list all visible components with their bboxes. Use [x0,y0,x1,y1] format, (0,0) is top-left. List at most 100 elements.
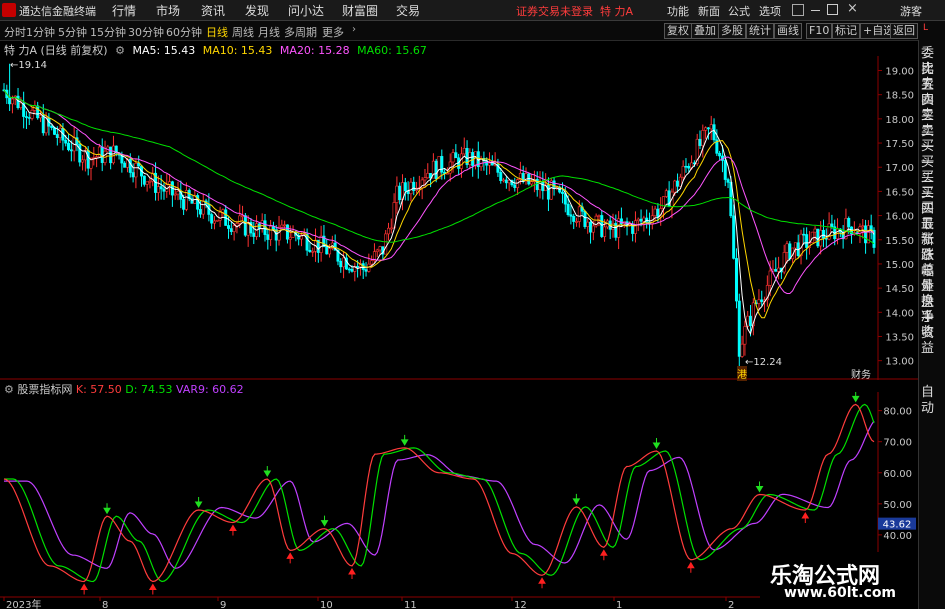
candle-body [395,185,399,203]
candle-body [676,180,680,187]
candle-body [27,117,31,119]
buy-arrow-icon [801,512,810,524]
candle-body [788,243,792,260]
candle-body [681,165,685,178]
close-icon[interactable]: × [847,1,858,16]
period-monthly[interactable]: 月线 [258,24,280,40]
candle-body [398,185,402,201]
candle-body [277,226,281,241]
kd-tick-label: 50.00 [883,500,912,511]
menu-trade[interactable]: 交易 [396,2,420,19]
candle-body [16,95,20,109]
candle-body [701,130,705,146]
sell-arrow-icon [263,465,272,477]
period-intraday[interactable]: 分时 [4,24,26,40]
price-tick-label: 13.50 [885,332,914,343]
candle-body [128,158,132,173]
period-more[interactable]: 更多 [322,24,344,40]
price-tick-label: 16.00 [885,212,914,223]
grid-layout-icon[interactable] [792,4,804,16]
candle-body [560,191,564,194]
sidebar-item[interactable]: 自动 [921,385,945,417]
sidebar-item[interactable]: 收益 [921,325,945,357]
multi-stock-button[interactable]: 多股 [718,23,746,39]
price-tick-label: 16.50 [885,187,914,198]
period-15min[interactable]: 15分钟 [90,24,126,40]
stats-button[interactable]: 统计 [746,23,774,39]
period-weekly[interactable]: 周线 [232,24,254,40]
candle-body [260,220,264,229]
candle-body [782,252,786,273]
candle-body [364,269,368,272]
candle-body [342,257,346,268]
period-30min[interactable]: 30分钟 [128,24,164,40]
back-button[interactable]: 返回 [890,23,918,39]
minimize-icon[interactable] [811,10,820,11]
candle-body [386,227,390,235]
candle-body [743,326,747,345]
overlay-button[interactable]: 叠加 [691,23,719,39]
candle-body [830,223,834,228]
candle-body [280,224,284,228]
k-line [3,403,875,583]
candle-body [339,260,343,268]
finance-label[interactable]: 财务 [851,366,871,381]
sell-arrow-icon [755,481,764,493]
candle-body [325,246,329,255]
menu-ask[interactable]: 问小达 [288,2,324,19]
mark-button[interactable]: 标记 [832,23,860,39]
menu-new-page[interactable]: 新面 [698,3,720,19]
candle-body [426,173,430,179]
candle-body [24,116,28,118]
ma20-line [3,89,874,294]
period-60min[interactable]: 60分钟 [166,24,202,40]
menu-formula[interactable]: 公式 [728,3,750,19]
menu-options[interactable]: 选项 [759,3,781,19]
draw-line-button[interactable]: 画线 [774,23,802,39]
price-tick-label: 18.50 [885,91,914,102]
buy-arrow-icon [686,561,695,573]
guest-label[interactable]: 游客 [900,3,922,19]
price-chart[interactable]: 19.00 18.50 18.00 17.50 17.00 16.50 16.00 15.50… [0,56,918,380]
candle-body [662,196,666,209]
price-tick-label: 13.00 [885,357,914,368]
menu-market[interactable]: 市场 [156,2,180,19]
period-5min[interactable]: 5分钟 [58,24,87,40]
menu-wealth[interactable]: 财富圈 [342,2,378,19]
ma5-line [3,89,875,336]
candle-body [269,226,273,240]
candle-body [774,269,778,272]
candle-body [283,224,287,227]
candle-body [69,149,73,152]
period-multi[interactable]: 多周期 [284,24,317,40]
candle-body [726,179,730,183]
candle-body [541,181,545,192]
candle-body [589,221,593,233]
hk-connect-badge: 港 [737,366,747,381]
menu-market-quotes[interactable]: 行情 [112,2,136,19]
period-daily[interactable]: 日线 [206,24,228,40]
candle-body [308,249,312,252]
candle-body [159,186,163,190]
candle-body [86,150,90,169]
candle-body [328,248,332,255]
candle-body [740,343,744,357]
candle-body [821,229,825,239]
adjust-button[interactable]: 复权 [664,23,692,39]
date-label: 8 [102,600,108,609]
f10-button[interactable]: F10 [806,23,833,39]
menu-news[interactable]: 资讯 [201,2,225,19]
maximize-icon[interactable] [827,4,838,15]
chevron-right-icon[interactable]: › [352,24,356,35]
date-label: 2023年 [6,598,41,609]
menu-function[interactable]: 功能 [667,3,689,19]
low-price-label: ←12.24 [745,357,783,368]
candle-body [572,216,576,222]
menu-discover[interactable]: 发现 [245,2,269,19]
buy-arrow-icon [148,583,157,595]
buy-arrow-icon [229,524,237,536]
period-1min[interactable]: 1分钟 [26,24,55,40]
candle-body [591,225,595,233]
candle-body [656,208,660,218]
candle-body [451,152,455,163]
